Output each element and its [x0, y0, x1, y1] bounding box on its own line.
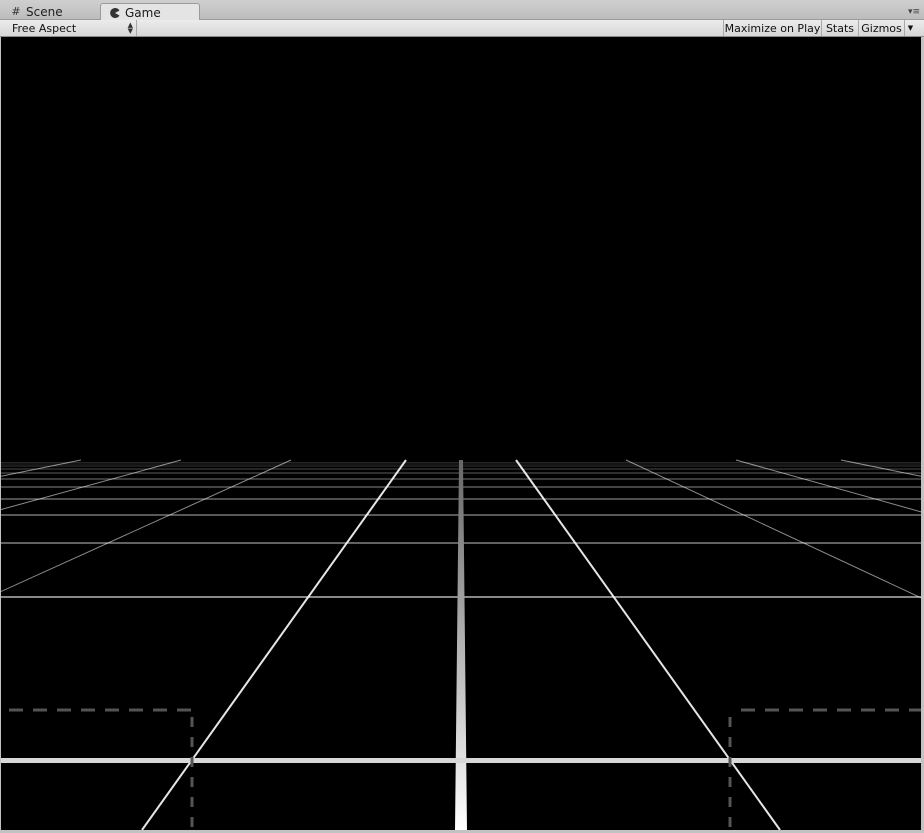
game-view[interactable] [1, 37, 921, 830]
camera-bounds-right [728, 708, 921, 830]
dropdown-arrow-icon[interactable]: ▼ [904, 20, 916, 36]
tab-scene-label: Scene [26, 4, 63, 19]
maximize-on-play-button[interactable]: Maximize on Play [723, 20, 821, 36]
gizmos-label: Gizmos [861, 21, 902, 35]
aspect-dropdown[interactable]: Free Aspect ▲ ▼ [6, 20, 137, 36]
camera-bounds-left [9, 708, 194, 830]
game-render [1, 459, 921, 830]
game-toolbar: Free Aspect ▲ ▼ Maximize on Play Stats Gi… [0, 20, 924, 37]
stats-button[interactable]: Stats [821, 20, 858, 36]
game-window: # Scene Game ▾≡ Free Aspect ▲ ▼ Maximize … [0, 0, 924, 833]
tab-menu-icon[interactable]: ▾≡ [906, 7, 922, 17]
tab-bar: # Scene Game ▾≡ [0, 0, 924, 21]
aspect-label: Free Aspect [12, 21, 77, 35]
maximize-label: Maximize on Play [724, 21, 821, 35]
tab-game-label: Game [125, 5, 161, 20]
pacman-game-icon [109, 7, 121, 19]
scene-grid-icon: # [11, 5, 21, 18]
stats-label: Stats [825, 21, 855, 35]
tab-scene[interactable]: # Scene [2, 3, 98, 20]
dropdown-arrows-icon: ▲ ▼ [127, 21, 133, 35]
gizmos-button[interactable]: Gizmos [858, 20, 904, 36]
grid-near-line [1, 758, 921, 763]
tab-game[interactable]: Game [100, 3, 200, 21]
